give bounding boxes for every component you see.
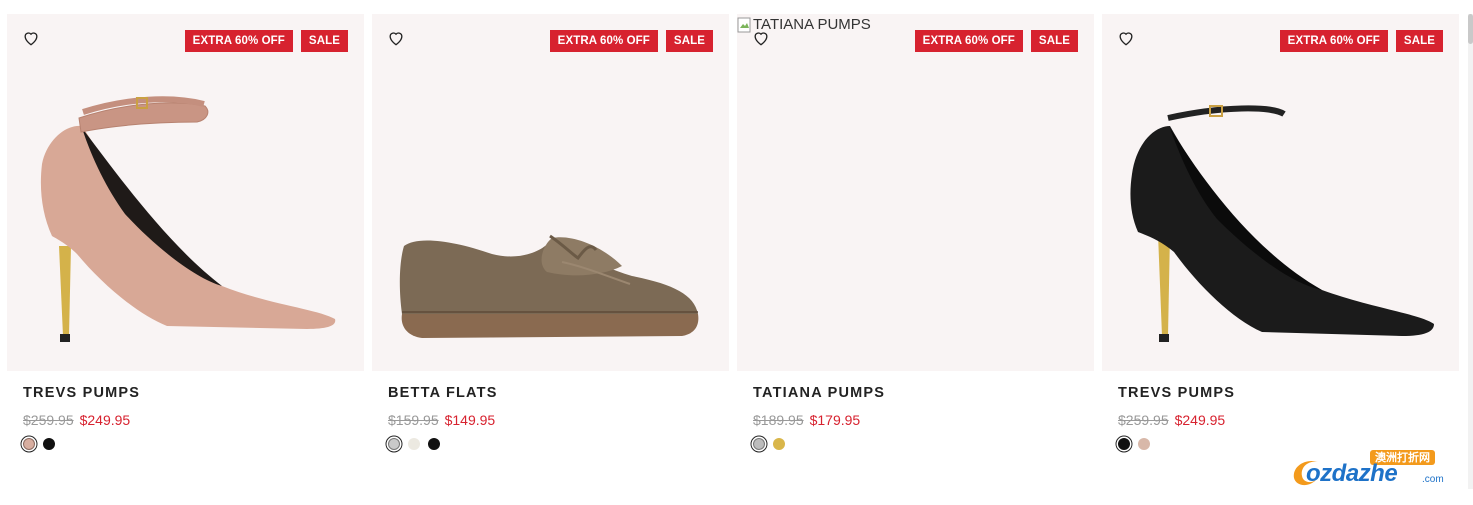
badge-group: EXTRA 60% OFF SALE <box>549 30 713 52</box>
sale-badge: SALE <box>300 30 348 52</box>
product-image-tile[interactable]: EXTRA 60% OFF SALE <box>7 14 364 371</box>
original-price: $259.95 <box>1118 412 1169 428</box>
promo-badge: EXTRA 60% OFF <box>1279 30 1388 52</box>
badge-group: EXTRA 60% OFF SALE <box>1279 30 1443 52</box>
wishlist-heart-icon[interactable] <box>21 28 41 48</box>
sale-badge: SALE <box>1030 30 1078 52</box>
sale-price: $179.95 <box>809 412 861 428</box>
product-grid: EXTRA 60% OFF SALE TREVS PUMPS $259.95 $2… <box>0 0 1473 505</box>
price-row: $259.95 $249.95 <box>23 412 364 428</box>
wishlist-heart-icon[interactable] <box>751 28 771 48</box>
original-price: $259.95 <box>23 412 74 428</box>
badge-group: EXTRA 60% OFF SALE <box>914 30 1078 52</box>
vertical-scrollbar[interactable] <box>1468 14 1473 489</box>
broken-image-icon <box>737 17 751 32</box>
sale-price: $249.95 <box>1174 412 1226 428</box>
product-image-trevs-pumps-blush[interactable] <box>7 14 364 371</box>
promo-badge: EXTRA 60% OFF <box>914 30 1023 52</box>
product-name[interactable]: TREVS PUMPS <box>23 385 364 401</box>
price-row: $159.95 $149.95 <box>388 412 729 428</box>
product-image-trevs-pumps-black[interactable] <box>1102 14 1459 371</box>
price-row: $259.95 $249.95 <box>1118 412 1459 428</box>
swatch-black[interactable] <box>428 438 440 450</box>
swatch-cream[interactable] <box>408 438 420 450</box>
swatch-blush[interactable] <box>1138 438 1150 450</box>
wishlist-heart-icon[interactable] <box>386 28 406 48</box>
watermark-brand: ozdazhe <box>1306 460 1398 487</box>
badge-group: EXTRA 60% OFF SALE <box>184 30 348 52</box>
product-name[interactable]: TREVS PUMPS <box>1118 385 1459 401</box>
watermark-logo: 澳洲打折网 ozdazhe .com <box>1288 446 1456 494</box>
swatch-silver[interactable] <box>753 438 765 450</box>
swatch-blush[interactable] <box>23 438 35 450</box>
color-swatches <box>388 438 729 450</box>
original-price: $159.95 <box>388 412 439 428</box>
product-card[interactable]: EXTRA 60% OFF SALE BETTA FLATS $159.95 $1… <box>372 14 729 450</box>
promo-badge: EXTRA 60% OFF <box>184 30 293 52</box>
swatch-grey[interactable] <box>388 438 400 450</box>
product-image-tile[interactable]: EXTRA 60% OFF SALE <box>1102 14 1459 371</box>
product-name[interactable]: BETTA FLATS <box>388 385 729 401</box>
scrollbar-thumb[interactable] <box>1468 14 1473 44</box>
product-image-betta-flats[interactable] <box>372 14 729 371</box>
color-swatches <box>23 438 364 450</box>
product-image-tile[interactable]: EXTRA 60% OFF SALE <box>372 14 729 371</box>
swatch-black[interactable] <box>43 438 55 450</box>
original-price: $189.95 <box>753 412 804 428</box>
promo-badge: EXTRA 60% OFF <box>549 30 658 52</box>
watermark-suffix: .com <box>1422 474 1444 485</box>
swatch-gold[interactable] <box>773 438 785 450</box>
swatch-black[interactable] <box>1118 438 1130 450</box>
sale-badge: SALE <box>665 30 713 52</box>
wishlist-heart-icon[interactable] <box>1116 28 1136 48</box>
product-card[interactable]: TATIANA PUMPS EXTRA 60% OFF SALE TATIANA… <box>737 14 1094 450</box>
product-card[interactable]: EXTRA 60% OFF SALE TREVS PUMPS $259.95 $2… <box>7 14 364 450</box>
price-row: $189.95 $179.95 <box>753 412 1094 428</box>
sale-price: $249.95 <box>79 412 131 428</box>
sale-price: $149.95 <box>444 412 496 428</box>
product-name[interactable]: TATIANA PUMPS <box>753 385 1094 401</box>
color-swatches <box>753 438 1094 450</box>
product-image-tile[interactable]: TATIANA PUMPS EXTRA 60% OFF SALE <box>737 14 1094 371</box>
sale-badge: SALE <box>1395 30 1443 52</box>
product-card[interactable]: EXTRA 60% OFF SALE TREVS PUMPS $259.95 $2… <box>1102 14 1459 450</box>
